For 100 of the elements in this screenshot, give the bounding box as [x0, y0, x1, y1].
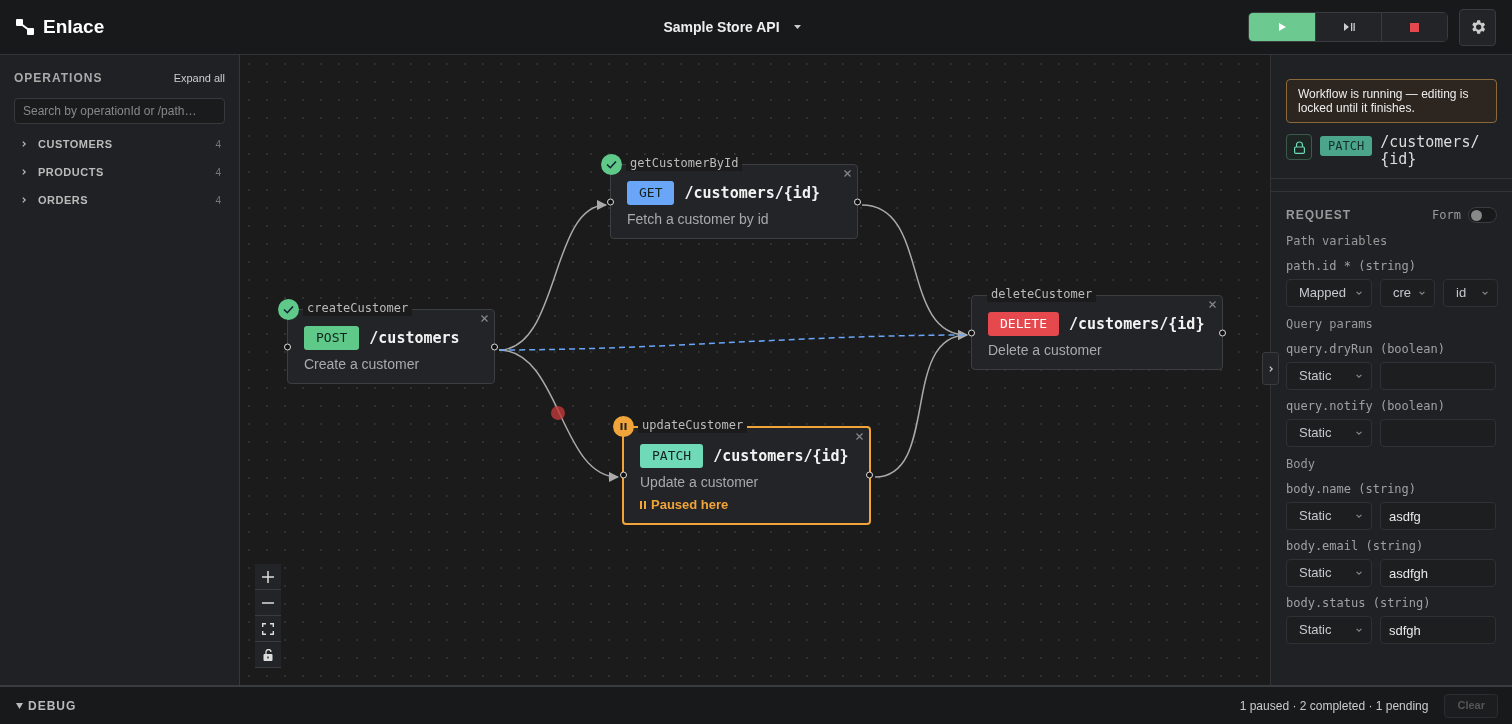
chevron-down-icon: [1418, 289, 1426, 297]
method-badge: PATCH: [1320, 136, 1373, 156]
group-count: 4: [215, 137, 221, 152]
play-icon: [1277, 22, 1287, 32]
source-select[interactable]: Mapped: [1286, 279, 1372, 307]
form-switch[interactable]: [1468, 207, 1497, 223]
source-select[interactable]: Static: [1286, 419, 1372, 447]
node-description: Fetch a customer by id: [627, 210, 770, 229]
operation-group[interactable]: PRODUCTS 4: [14, 158, 225, 186]
debug-summary: 1 paused · 2 completed · 1 pending: [1239, 697, 1429, 715]
lock-icon: [1293, 140, 1305, 154]
paused-label: Paused here: [651, 496, 729, 514]
zoom-out-button[interactable]: [255, 590, 281, 616]
chevron-down-icon: [1355, 512, 1363, 520]
unlock-icon: [263, 648, 273, 661]
node-path: /customers: [369, 327, 460, 349]
value-field[interactable]: asdfgh: [1380, 559, 1496, 587]
stop-icon: [1410, 22, 1419, 32]
settings-button[interactable]: [1459, 8, 1496, 46]
source-select[interactable]: Static: [1286, 616, 1372, 644]
method-badge: GET: [627, 181, 675, 205]
input-handle[interactable]: [284, 343, 291, 350]
close-icon[interactable]: [856, 433, 863, 440]
caret-icon: [16, 702, 23, 709]
form-label: Form: [1432, 207, 1461, 224]
node-description: Update a customer: [640, 473, 760, 492]
method-badge: PATCH: [640, 444, 704, 468]
operation-path: /customers/{id}: [1380, 134, 1481, 168]
close-icon[interactable]: [481, 315, 488, 322]
pause-icon: [640, 500, 646, 509]
expand-all-link[interactable]: Expand all: [173, 69, 225, 87]
stop-button[interactable]: [1381, 13, 1447, 41]
group-count: 4: [215, 193, 221, 208]
node-title: createCustomer: [303, 300, 413, 316]
caret-icon: [793, 25, 801, 29]
input-handle[interactable]: [968, 329, 975, 336]
param-label: query.notify (boolean): [1286, 398, 1446, 415]
chevron-icon: [20, 168, 28, 176]
param-group-title: Path variables: [1286, 233, 1389, 250]
debug-toggle[interactable]: DEBUG: [16, 696, 77, 715]
source-select[interactable]: Static: [1286, 362, 1372, 390]
output-handle[interactable]: [854, 198, 861, 205]
node-path: /customers/{id}: [1068, 313, 1205, 335]
search-field[interactable]: Search by operationId or /path…: [14, 98, 225, 124]
chevron-down-icon: [1355, 289, 1363, 297]
output-handle[interactable]: [866, 471, 873, 479]
chevron-down-icon: [1355, 569, 1363, 577]
chevron-icon: [20, 140, 28, 148]
node-path: /customers/{id}: [713, 445, 849, 467]
chevron-down-icon: [1355, 372, 1363, 380]
param-label: body.email (string): [1286, 538, 1425, 555]
param-label: body.name (string): [1286, 481, 1418, 498]
lock-button[interactable]: [255, 642, 281, 668]
chevron-down-icon: [1481, 289, 1489, 297]
output-handle[interactable]: [491, 343, 498, 350]
param-label: body.status (string): [1286, 595, 1432, 612]
sidebar-title: OPERATIONS: [14, 70, 103, 87]
chevron-down-icon: [1355, 429, 1363, 437]
method-badge: POST: [304, 326, 360, 350]
node-description: Delete a customer: [988, 341, 1103, 360]
step-button[interactable]: [1315, 13, 1381, 41]
node-title: updateCustomer: [638, 417, 748, 433]
group-label: PRODUCTS: [38, 164, 105, 180]
running-notice: Workflow is running — editing is locked until it finishes.: [1286, 79, 1497, 123]
group-label: ORDERS: [38, 192, 90, 208]
project-selector[interactable]: Sample Store API: [663, 16, 801, 38]
param-label: path.id * (string): [1286, 258, 1418, 275]
value-field[interactable]: sdfgh: [1380, 616, 1496, 644]
source-select[interactable]: cre: [1380, 279, 1435, 307]
operation-group[interactable]: ORDERS 4: [14, 186, 225, 214]
node-description: Create a customer: [304, 355, 421, 374]
fit-view-button[interactable]: [255, 616, 281, 642]
app-name: Enlace: [43, 14, 105, 39]
method-badge: DELETE: [988, 312, 1059, 336]
source-select[interactable]: id: [1443, 279, 1498, 307]
group-label: CUSTOMERS: [38, 136, 114, 152]
fit-view-icon: [262, 622, 274, 635]
zoom-in-button[interactable]: [255, 564, 281, 590]
operation-group[interactable]: CUSTOMERS 4: [14, 130, 225, 158]
lock-toggle[interactable]: [1286, 134, 1312, 160]
node-title: deleteCustomer: [987, 286, 1097, 302]
value-field[interactable]: asdfg: [1380, 502, 1496, 530]
plus-icon: [262, 570, 274, 583]
section-title: REQUEST: [1286, 207, 1351, 224]
output-handle[interactable]: [1219, 329, 1226, 336]
param-label: query.dryRun (boolean): [1286, 341, 1446, 358]
input-handle[interactable]: [620, 471, 627, 479]
source-select[interactable]: Static: [1286, 502, 1372, 530]
chevron-icon: [20, 196, 28, 204]
param-group-title: Body: [1286, 456, 1316, 473]
close-icon[interactable]: [844, 170, 851, 177]
close-icon[interactable]: [1209, 301, 1216, 308]
breakpoint-icon[interactable]: [551, 406, 565, 420]
node-path: /customers/{id}: [684, 182, 820, 204]
param-group-title: Query params: [1286, 316, 1374, 333]
chevron-down-icon: [1355, 626, 1363, 634]
node-title: getCustomerById: [626, 155, 743, 171]
source-select[interactable]: Static: [1286, 559, 1372, 587]
logo-icon: [16, 19, 35, 35]
input-handle[interactable]: [607, 198, 614, 205]
